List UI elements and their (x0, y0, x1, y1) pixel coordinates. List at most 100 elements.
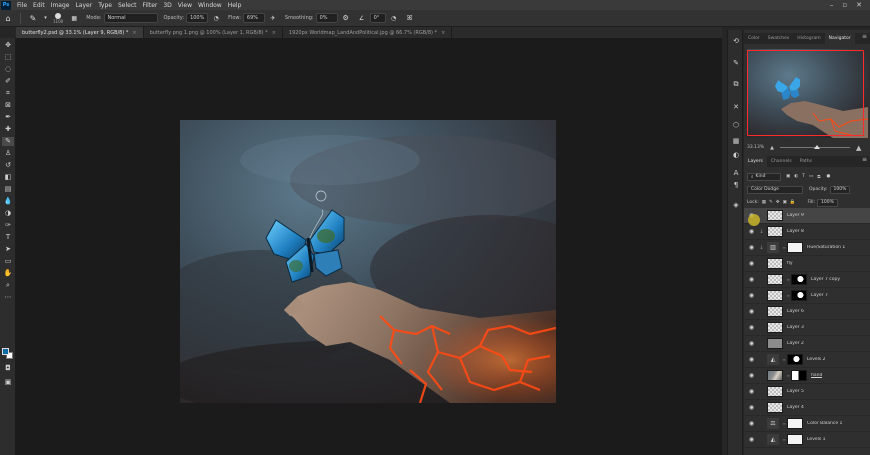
tab-paths[interactable]: Paths (796, 156, 816, 167)
layer-row-levels-1[interactable]: ◉ ◭ ∞ Levels 1 (744, 432, 870, 448)
history-icon[interactable]: ⟲ (730, 36, 742, 45)
navigator-thumbnail[interactable] (747, 49, 869, 138)
panel-menu-icon[interactable]: ≡ (862, 156, 870, 167)
eye-icon[interactable]: ◉ (747, 420, 756, 427)
symmetry-icon[interactable]: ꕤ (404, 12, 416, 24)
eye-icon[interactable]: ◉ (747, 436, 756, 443)
path-select-icon[interactable]: ➤ (2, 245, 14, 254)
brush-settings-icon[interactable]: ▦ (68, 12, 80, 24)
zoom-slider-knob[interactable] (814, 145, 821, 149)
airbrush-icon[interactable]: ✈ (267, 12, 279, 24)
dodge-icon[interactable]: ◑ (2, 209, 14, 218)
zoom-value[interactable]: 33.13% (747, 145, 764, 150)
layer-row-layer-9[interactable]: ◉ Layer 9 (744, 208, 870, 224)
eye-icon[interactable]: ◉ (747, 228, 756, 235)
smoothing-field[interactable]: 0% (315, 13, 338, 23)
layer-row-layer-4[interactable]: ◉ Layer 4 (744, 400, 870, 416)
lock-all-icon[interactable]: 🔒 (790, 200, 796, 205)
menu-view[interactable]: View (175, 2, 195, 9)
layer-comps-icon[interactable]: ◈ (730, 200, 742, 209)
eye-icon[interactable]: ◉ (747, 244, 756, 251)
layer-mask-thumbnail[interactable] (791, 290, 807, 301)
clone-stamp-icon[interactable]: ♙ (2, 149, 14, 158)
zoom-in-icon[interactable]: ▲ (856, 144, 861, 152)
menu-layer[interactable]: Layer (72, 2, 95, 9)
tab-worldmap[interactable]: 1920px Worldmap_LandAndPolitical.jpg @ 6… (283, 27, 453, 38)
fill-field[interactable]: 100% (817, 198, 838, 207)
zoom-out-icon[interactable]: ▲ (770, 145, 774, 151)
tab-navigator[interactable]: Navigator (824, 33, 855, 44)
eye-icon[interactable]: ◉ (747, 340, 756, 347)
clone-source-icon[interactable]: ⧉ (730, 80, 742, 89)
filter-smart-icon[interactable]: ⧉ (817, 174, 820, 180)
opacity-field[interactable]: 100% (186, 13, 209, 23)
3d-icon[interactable]: ⬡ (730, 120, 742, 129)
layer-filter-dropdown[interactable]: ⌕ Kind (747, 172, 781, 181)
layer-row-layer-7[interactable]: ◉ ∞ Layer 7 (744, 288, 870, 304)
tab-butterfly-png[interactable]: butterfly png 1.png @ 100% (Layer 1, RGB… (144, 27, 283, 38)
eye-icon[interactable]: ◉ (747, 404, 756, 411)
layer-mask-thumbnail[interactable] (787, 354, 803, 365)
tab-histogram[interactable]: Histogram (793, 33, 824, 44)
lock-pixels-icon[interactable]: ▦ (762, 200, 766, 205)
blend-mode-dropdown[interactable]: Color Dodge (747, 185, 803, 194)
blur-icon[interactable]: 💧 (2, 197, 14, 206)
screen-mode-icon[interactable]: ▣ (2, 378, 14, 387)
eye-icon[interactable]: ◉ (747, 388, 756, 395)
brush-settings-icon[interactable]: ✎ (730, 58, 742, 67)
eye-icon[interactable]: ◉ (747, 292, 756, 299)
healing-icon[interactable]: ✚ (2, 125, 14, 134)
foreground-color-swatch[interactable] (2, 348, 9, 355)
lasso-icon[interactable]: ◌ (2, 65, 14, 74)
eye-icon[interactable]: ◉ (747, 372, 756, 379)
paragraph-icon[interactable]: ¶ (730, 180, 742, 189)
document-canvas[interactable] (180, 120, 556, 403)
layer-row-layer-2[interactable]: ◉ Layer 2 (744, 336, 870, 352)
layer-row-hand[interactable]: ◉ ∞ hand (744, 368, 870, 384)
eyedropper-icon[interactable]: ✒ (2, 113, 14, 122)
gradient-icon[interactable]: ▤ (2, 185, 14, 194)
layer-row-layer-6[interactable]: ◉ Layer 6 (744, 304, 870, 320)
layer-mask-thumbnail[interactable] (791, 274, 807, 285)
panel-menu-icon[interactable]: ≡ (862, 33, 870, 44)
type-icon[interactable]: T (2, 233, 14, 242)
eye-icon[interactable]: ◉ (747, 276, 756, 283)
layer-row-layer-3[interactable]: ◉ Layer 3 (744, 320, 870, 336)
move-icon[interactable]: ✥ (2, 41, 14, 50)
tab-channels[interactable]: Channels (767, 156, 796, 167)
menu-file[interactable]: File (14, 2, 30, 9)
pressure-opacity-icon[interactable]: ◔ (210, 12, 222, 24)
zoom-slider[interactable] (780, 145, 851, 149)
chevron-down-icon[interactable]: ▾ (43, 12, 48, 24)
marquee-icon[interactable]: ⬚ (2, 53, 14, 62)
more-tools-icon[interactable]: ⋯ (2, 293, 14, 302)
menu-window[interactable]: Window (195, 2, 225, 9)
tab-layers[interactable]: Layers (744, 156, 767, 167)
filter-type-icon[interactable]: T (802, 174, 805, 179)
opacity-field[interactable]: 100% (829, 185, 851, 194)
pen-icon[interactable]: ✑ (2, 221, 14, 230)
libraries-icon[interactable]: ▦ (730, 136, 742, 145)
eye-icon[interactable]: ◉ (747, 356, 756, 363)
layer-row-fly[interactable]: ◉ fly (744, 256, 870, 272)
maximize-icon[interactable]: ▫ (842, 1, 847, 9)
layer-row-hue-saturation-1[interactable]: ◉ ↓ ▥ ∞ Hue/Saturation 1 (744, 240, 870, 256)
layer-mask-thumbnail[interactable] (787, 242, 803, 253)
layer-mask-thumbnail[interactable] (787, 434, 803, 445)
layer-row-levels-2[interactable]: ◉ ◭ ∞ Levels 2 (744, 352, 870, 368)
flow-field[interactable]: 69% (242, 13, 265, 23)
navigator-view-box[interactable] (747, 50, 864, 136)
hand-icon[interactable]: ✋ (2, 269, 14, 278)
styles-icon[interactable]: ◐ (730, 150, 742, 159)
frame-icon[interactable]: ⊠ (2, 101, 14, 110)
filter-toggle-icon[interactable]: ● (826, 174, 830, 179)
eye-icon[interactable]: ◉ (747, 308, 756, 315)
canvas-area[interactable] (16, 38, 722, 455)
tab-color[interactable]: Color (744, 33, 764, 44)
lock-position-icon[interactable]: ✥ (776, 200, 780, 205)
close-icon[interactable]: × (441, 30, 445, 36)
layer-row-layer-8[interactable]: ◉ ↓ Layer 8 (744, 224, 870, 240)
minimize-icon[interactable]: – (830, 1, 834, 9)
lock-paint-icon[interactable]: ✎ (769, 200, 773, 205)
history-brush-icon[interactable]: ↺ (2, 161, 14, 170)
